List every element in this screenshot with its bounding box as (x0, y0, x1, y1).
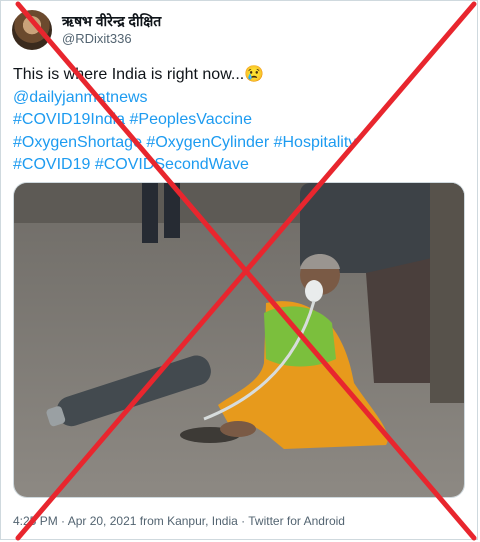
tweet-metadata[interactable]: 4:25 PM · Apr 20, 2021 from Kanpur, Indi… (13, 514, 345, 528)
hashtag-line[interactable]: #OxygenShortage #OxygenCylinder #Hospita… (13, 132, 465, 155)
hashtag-line[interactable]: #COVID19India #PeoplesVaccine (13, 109, 465, 132)
author-handle[interactable]: @RDixit336 (62, 31, 132, 46)
tweet-photo[interactable] (13, 182, 465, 498)
hashtag-line[interactable]: #COVID19 #COVIDSecondWave (13, 154, 465, 177)
street-photo-illustration (14, 183, 464, 497)
tweet-text: This is where India is right now...😢 @da… (13, 64, 465, 177)
mention-link[interactable]: @dailyjanmatnews (13, 87, 465, 110)
tweet-text-line: This is where India is right now...😢 (13, 66, 265, 83)
avatar[interactable] (12, 10, 52, 50)
author-display-name[interactable]: ऋषभ वीरेन्द्र दीक्षित (62, 12, 161, 31)
